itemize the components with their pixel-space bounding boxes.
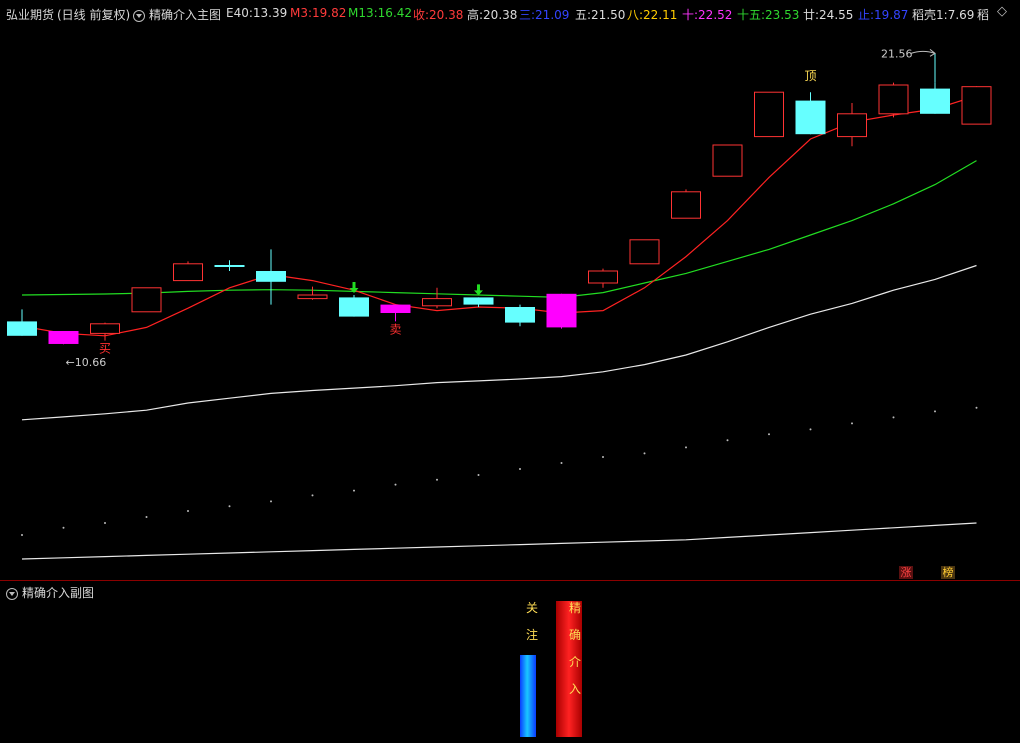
candle-body <box>588 270 618 284</box>
support-dot <box>477 474 480 476</box>
support-dot <box>560 462 563 464</box>
candle-body <box>837 113 867 138</box>
candle-body <box>90 323 120 334</box>
candle-body <box>546 293 577 328</box>
support-dot <box>851 422 853 425</box>
candle-body <box>422 298 452 307</box>
support-dot <box>726 439 729 442</box>
candle-body <box>712 144 743 177</box>
candle-body <box>256 271 286 282</box>
candle-body <box>339 297 369 317</box>
support-dot <box>228 505 231 508</box>
support-dot <box>643 452 646 455</box>
candle-body <box>131 287 162 313</box>
support-dot <box>809 428 812 431</box>
medium-ma-line <box>21 264 977 421</box>
candle-body <box>795 100 826 135</box>
sub-chart-title: 精确介入副图 <box>22 586 95 600</box>
support-dot <box>892 416 895 419</box>
support-dot <box>685 446 687 449</box>
candle-body <box>671 191 701 219</box>
support-dot <box>104 522 106 524</box>
high-marker-arrow <box>910 50 936 54</box>
support-dot <box>62 526 65 529</box>
candle-body <box>920 88 950 114</box>
entry-label-char-2: 确 <box>568 628 581 642</box>
m13-ma-line <box>21 160 977 299</box>
support-dot <box>519 468 521 470</box>
focus-signal-bar <box>520 655 536 737</box>
sub-chart-header[interactable]: 精确介入副图 <box>6 584 94 601</box>
long-term-ma-line <box>21 522 977 560</box>
candle-body <box>629 239 660 265</box>
rise-badge[interactable]: 涨 <box>899 566 913 579</box>
m3-ma-line <box>21 95 977 337</box>
support-dot <box>270 500 272 503</box>
focus-label-char-2: 注 <box>525 628 538 642</box>
support-dot <box>353 489 355 492</box>
candle-body <box>7 321 37 336</box>
low-price-marker: ←10.66 <box>66 356 107 369</box>
candle-body <box>878 84 909 115</box>
candle-body <box>48 331 79 344</box>
signal-labels: 买 卖 顶 ←10.66 21.56 <box>66 47 936 369</box>
high-price-marker: 21.56 <box>881 47 913 60</box>
support-dot <box>394 483 397 486</box>
main-price-chart[interactable]: 买 卖 顶 ←10.66 21.56 <box>0 0 1020 743</box>
panel-divider <box>0 580 1020 581</box>
candle-body <box>505 307 535 323</box>
signal-label: 卖 <box>389 322 401 336</box>
candle-body <box>754 91 784 138</box>
candle-body <box>214 265 245 267</box>
support-dot <box>436 478 438 481</box>
signal-label: 顶 <box>804 69 816 83</box>
signal-label: 买 <box>99 342 111 356</box>
rank-badge[interactable]: 榜 <box>941 566 955 579</box>
entry-label-char-1: 精 <box>568 601 581 615</box>
support-dot <box>975 406 978 409</box>
support-dot <box>311 494 314 497</box>
candle-body <box>380 304 411 313</box>
candle-body <box>297 294 328 300</box>
support-dot <box>934 410 936 413</box>
support-dot <box>21 534 23 536</box>
support-dot <box>187 510 189 512</box>
candlesticks <box>7 82 992 345</box>
entry-label-char-4: 入 <box>568 682 581 696</box>
candle-body <box>961 86 992 125</box>
focus-label-char-1: 关 <box>525 601 538 615</box>
support-dot <box>602 456 604 458</box>
candle-body <box>463 297 494 305</box>
moving-average-lines <box>21 95 977 560</box>
entry-label-char-3: 介 <box>568 655 581 669</box>
support-dot <box>145 516 148 518</box>
dotted-support-line <box>21 406 978 536</box>
dropdown-circle-icon <box>6 587 18 600</box>
down-arrow-icon <box>474 284 483 296</box>
support-dot <box>768 433 770 436</box>
candle-body <box>173 263 203 282</box>
